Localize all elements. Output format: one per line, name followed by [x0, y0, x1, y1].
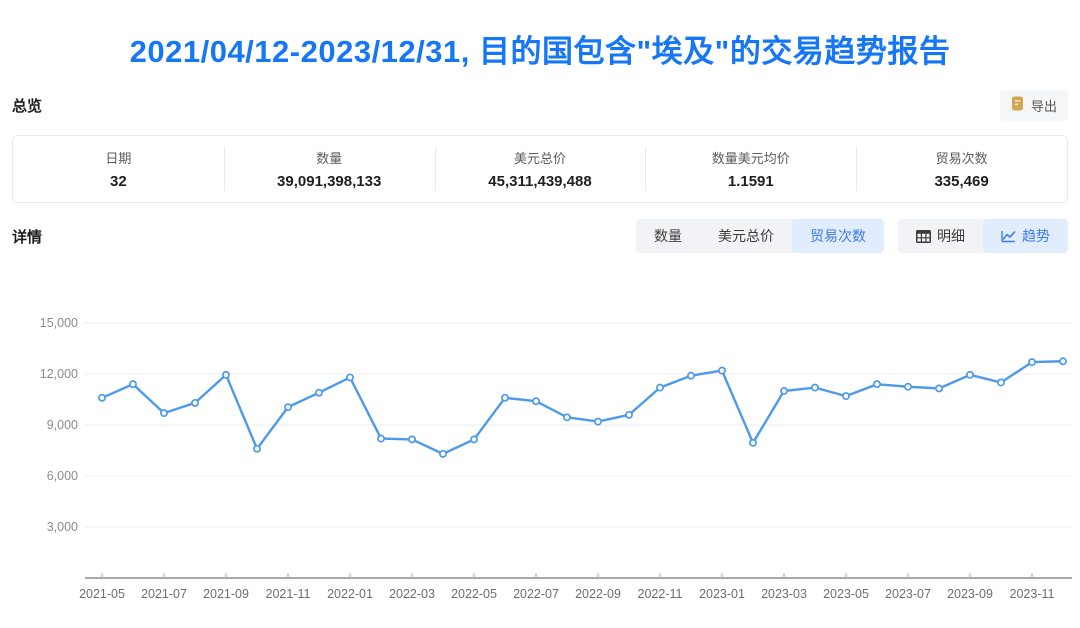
stat-trade-count: 贸易次数 335,469 [856, 136, 1067, 202]
x-axis-label: 2022-07 [513, 587, 559, 601]
tab-detail-view[interactable]: 明细 [898, 219, 983, 253]
x-axis-label: 2023-11 [1010, 587, 1055, 601]
data-point[interactable] [161, 410, 167, 416]
x-axis-label: 2023-03 [761, 587, 807, 601]
view-tab-group: 明细 趋势 [898, 219, 1068, 253]
overview-stats-card: 日期 32 数量 39,091,398,133 美元总价 45,311,439,… [12, 135, 1068, 203]
gold-document-icon [1011, 96, 1025, 114]
data-point[interactable] [781, 388, 787, 394]
metric-tab-group: 数量 美元总价 贸易次数 [636, 219, 884, 253]
stat-value: 335,469 [934, 173, 988, 190]
x-axis-label: 2021-11 [266, 587, 311, 601]
table-icon [916, 230, 931, 243]
stat-usd-total: 美元总价 45,311,439,488 [435, 136, 646, 202]
trend-chart-svg: 3,000 6,000 9,000 12,000 15,000 2021-05 2021-0… [0, 295, 1080, 628]
tab-label: 贸易次数 [810, 226, 866, 246]
data-point[interactable] [719, 368, 725, 374]
data-point[interactable] [316, 390, 322, 396]
data-point[interactable] [254, 446, 260, 452]
stat-value: 32 [110, 173, 127, 190]
export-button-label: 导出 [1031, 96, 1057, 115]
details-heading: 详情 [12, 226, 42, 247]
y-axis-label: 3,000 [47, 520, 78, 534]
data-point[interactable] [285, 404, 291, 410]
tab-trade-count[interactable]: 贸易次数 [792, 219, 884, 253]
x-axis-label: 2022-11 [638, 587, 683, 601]
data-point[interactable] [192, 400, 198, 406]
tab-label: 趋势 [1022, 226, 1050, 246]
trend-series-line [102, 361, 1063, 454]
details-header: 详情 数量 美元总价 贸易次数 明细 [12, 220, 1068, 252]
stat-avg-price: 数量美元均价 1.1591 [645, 136, 856, 202]
x-axis-label: 2022-01 [327, 587, 373, 601]
stat-quantity: 数量 39,091,398,133 [224, 136, 435, 202]
x-axis-label: 2023-01 [699, 587, 745, 601]
tab-label: 明细 [937, 226, 965, 246]
stat-label: 数量 [316, 148, 342, 167]
data-point[interactable] [502, 395, 508, 401]
data-point[interactable] [936, 385, 942, 391]
tab-usd-total[interactable]: 美元总价 [700, 219, 792, 253]
overview-heading: 总览 [12, 95, 42, 116]
data-point[interactable] [533, 398, 539, 404]
data-point[interactable] [1060, 358, 1066, 364]
x-axis-label: 2021-05 [79, 587, 125, 601]
x-axis-label: 2021-09 [203, 587, 249, 601]
data-point[interactable] [223, 372, 229, 378]
data-point[interactable] [440, 451, 446, 457]
data-point[interactable] [874, 381, 880, 387]
x-axis-label: 2022-09 [575, 587, 621, 601]
x-axis-label: 2023-05 [823, 587, 869, 601]
y-axis-label: 12,000 [40, 367, 78, 381]
tab-trend-view[interactable]: 趋势 [983, 219, 1068, 253]
page-title: 2021/04/12-2023/12/31, 目的国包含"埃及"的交易趋势报告 [0, 26, 1080, 71]
details-tab-groups: 数量 美元总价 贸易次数 明细 [636, 219, 1068, 253]
overview-header: 总览 导出 [12, 90, 1068, 120]
x-axis-label: 2022-03 [389, 587, 435, 601]
trend-line-icon [1001, 230, 1016, 243]
tab-label: 数量 [654, 226, 682, 246]
trend-chart: 3,000 6,000 9,000 12,000 15,000 2021-05 2021-0… [0, 295, 1080, 628]
data-point[interactable] [130, 381, 136, 387]
data-point[interactable] [564, 414, 570, 420]
tab-quantity[interactable]: 数量 [636, 219, 700, 253]
data-point[interactable] [812, 385, 818, 391]
y-axis-label: 15,000 [40, 316, 78, 330]
y-axis-label: 9,000 [47, 418, 78, 432]
stat-label: 贸易次数 [936, 148, 988, 167]
data-point[interactable] [99, 395, 105, 401]
data-point[interactable] [471, 436, 477, 442]
stat-value: 1.1591 [728, 173, 774, 190]
data-point[interactable] [657, 385, 663, 391]
data-point[interactable] [688, 373, 694, 379]
tab-label: 美元总价 [718, 226, 774, 246]
trade-trend-report-page: 2021/04/12-2023/12/31, 目的国包含"埃及"的交易趋势报告 … [0, 0, 1080, 628]
data-point[interactable] [843, 393, 849, 399]
data-point[interactable] [626, 412, 632, 418]
stat-label: 日期 [105, 148, 131, 167]
data-point[interactable] [378, 436, 384, 442]
x-axis-label: 2021-07 [141, 587, 187, 601]
stat-label: 数量美元均价 [712, 148, 790, 167]
export-button[interactable]: 导出 [1000, 90, 1068, 121]
data-point[interactable] [595, 419, 601, 425]
data-point[interactable] [409, 436, 415, 442]
stat-value: 39,091,398,133 [277, 173, 381, 190]
data-point[interactable] [1029, 359, 1035, 365]
x-axis-label: 2022-05 [451, 587, 497, 601]
stat-date: 日期 32 [13, 136, 224, 202]
data-point[interactable] [347, 374, 353, 380]
data-point[interactable] [750, 440, 756, 446]
x-axis-label: 2023-07 [885, 587, 931, 601]
data-point[interactable] [998, 379, 1004, 385]
x-axis-label: 2023-09 [947, 587, 993, 601]
stat-label: 美元总价 [514, 148, 566, 167]
data-point[interactable] [967, 372, 973, 378]
data-point[interactable] [905, 384, 911, 390]
stat-value: 45,311,439,488 [488, 173, 591, 190]
y-axis-label: 6,000 [47, 469, 78, 483]
